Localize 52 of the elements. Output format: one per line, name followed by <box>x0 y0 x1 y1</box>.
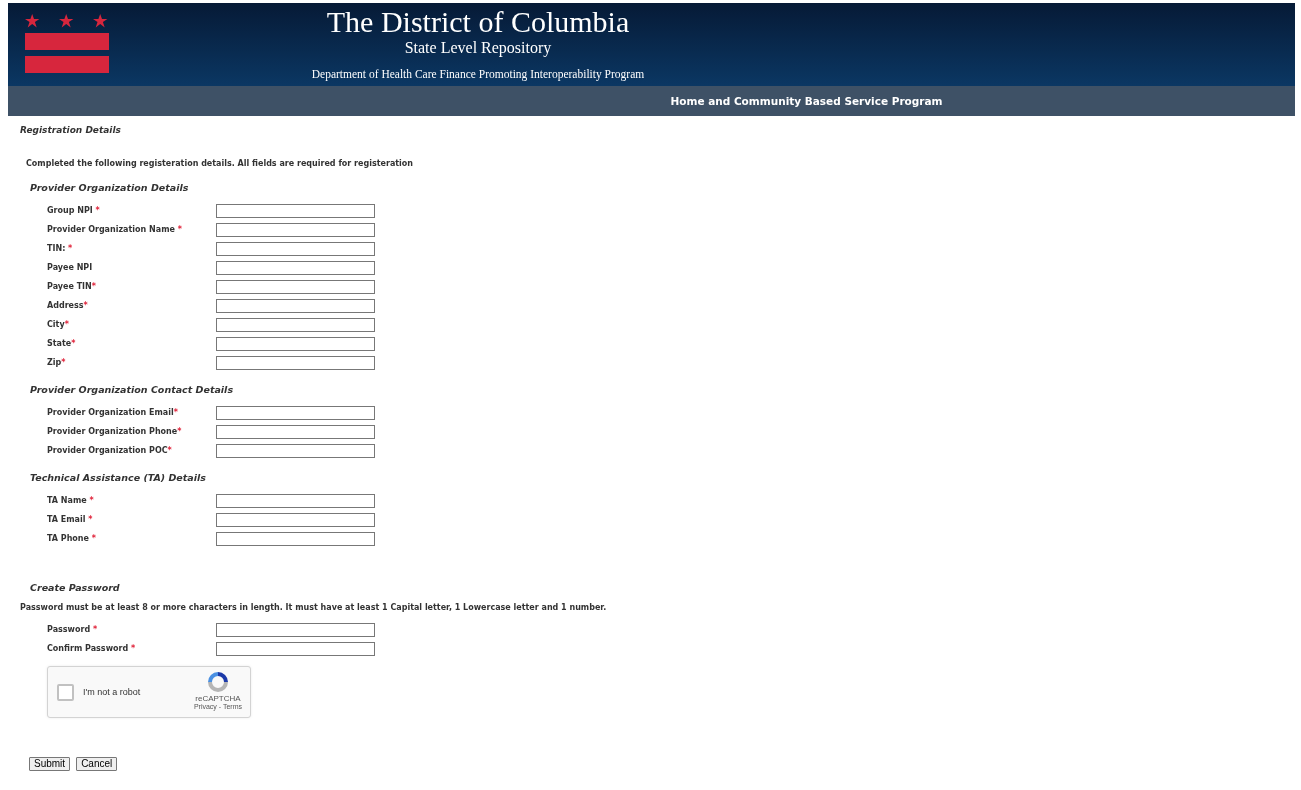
field-label: TA Email * <box>47 515 94 524</box>
input-field[interactable] <box>216 222 375 237</box>
field-label: Confirm Password * <box>47 644 137 653</box>
input-field[interactable] <box>216 241 375 256</box>
field-label: Provider Organization POC* <box>47 446 173 455</box>
site-title: The District of Columbia <box>325 5 631 39</box>
section-heading: Provider Organization Details <box>30 182 190 193</box>
input-field[interactable] <box>216 355 375 370</box>
field-label: Zip* <box>47 358 67 367</box>
site-tagline: Department of Health Care Finance Promoting Interoperability Program <box>310 68 646 80</box>
section-heading: Technical Assistance (TA) Details <box>30 472 207 483</box>
input-field[interactable] <box>216 424 375 439</box>
field-label: Provider Organization Email* <box>47 408 179 417</box>
input-field[interactable] <box>216 317 375 332</box>
input-field[interactable] <box>216 336 375 351</box>
input-field[interactable] <box>216 405 375 420</box>
input-field[interactable] <box>216 512 375 527</box>
field-label: TA Phone * <box>47 534 97 543</box>
submit-button[interactable]: Submit <box>29 757 71 771</box>
input-field[interactable] <box>216 298 375 313</box>
field-label: TIN: * <box>47 244 74 253</box>
section-heading: Create Password <box>30 582 121 593</box>
password-field[interactable] <box>216 641 375 656</box>
section-heading: Provider Organization Contact Details <box>30 384 235 395</box>
intro-text: Completed the following registeration details. All fields are required for registeration <box>26 159 415 168</box>
flag-logo-icon <box>25 13 109 73</box>
field-label: Group NPI * <box>47 206 101 215</box>
cancel-button[interactable]: Cancel <box>76 757 118 771</box>
field-label: Payee TIN* <box>47 282 97 291</box>
captcha-label: I'm not a robot <box>83 687 141 697</box>
field-label: City* <box>47 320 70 329</box>
password-rules-text: Password must be at least 8 or more characters in length. It must have at least 1 Capital letter, 1 Lowercase letter and 1 number. <box>20 603 608 612</box>
input-field[interactable] <box>216 443 375 458</box>
input-field[interactable] <box>216 260 375 275</box>
input-field[interactable] <box>216 203 375 218</box>
password-field[interactable] <box>216 622 375 637</box>
input-field[interactable] <box>216 279 375 294</box>
site-subtitle: State Level Repository <box>403 39 553 57</box>
field-label: State* <box>47 339 77 348</box>
page-title: Registration Details <box>20 125 122 135</box>
program-title: Home and Community Based Service Program <box>670 95 943 107</box>
field-label: Payee NPI <box>47 263 94 272</box>
field-label: Address* <box>47 301 89 310</box>
input-field[interactable] <box>216 531 375 546</box>
recaptcha-logo-icon <box>205 670 230 694</box>
field-label: Provider Organization Phone* <box>47 427 183 436</box>
field-label: TA Name * <box>47 496 95 505</box>
field-label: Provider Organization Name * <box>47 225 183 234</box>
captcha-checkbox[interactable] <box>57 683 74 701</box>
input-field[interactable] <box>216 493 375 508</box>
captcha-brand: reCAPTCHA <box>195 694 241 703</box>
field-label: Password * <box>47 625 99 634</box>
